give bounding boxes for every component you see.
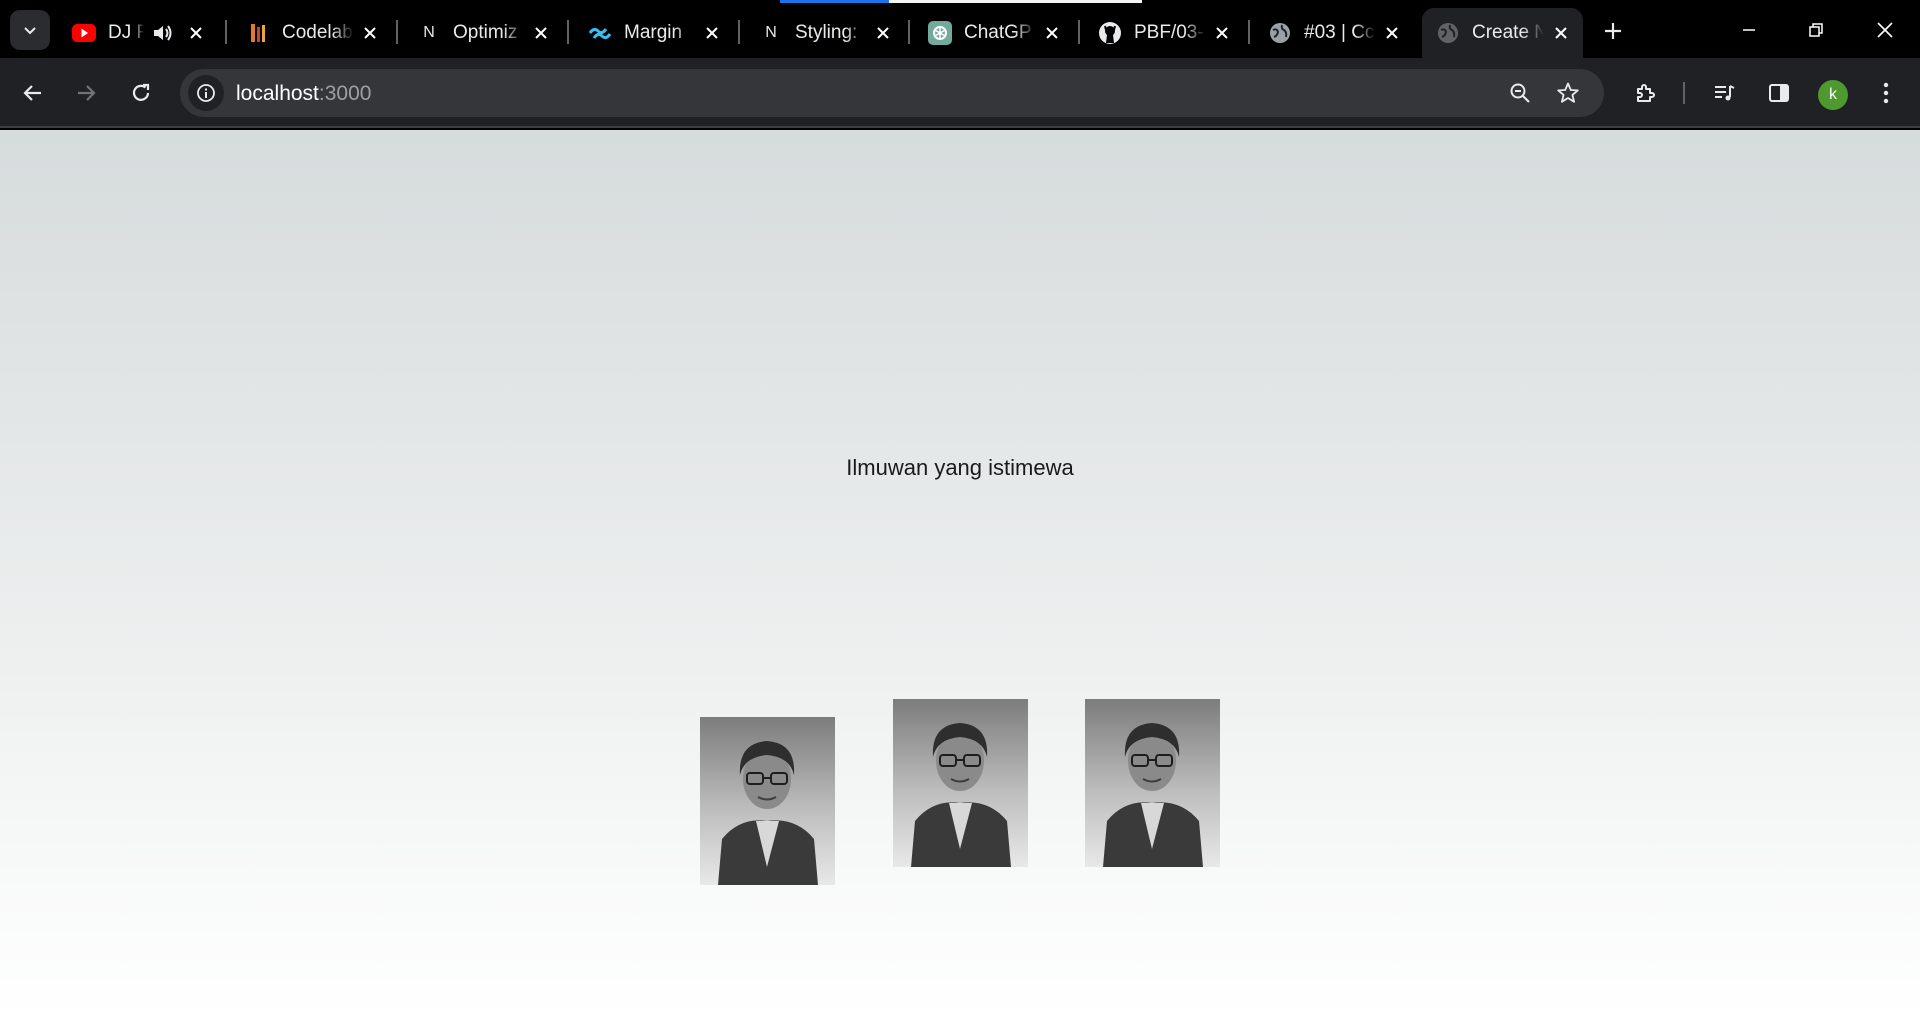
nextjs-icon: N bbox=[423, 24, 435, 41]
address-bar[interactable]: localhost:3000 bbox=[180, 69, 1604, 117]
youtube-icon bbox=[72, 21, 96, 45]
plus-icon bbox=[1605, 23, 1621, 39]
globe-icon bbox=[1436, 21, 1460, 45]
close-icon[interactable] bbox=[1549, 21, 1573, 45]
close-icon[interactable] bbox=[700, 21, 724, 45]
tab-youtube[interactable]: DJ F bbox=[58, 8, 218, 58]
new-tab-button[interactable] bbox=[1596, 14, 1630, 48]
tab-title: Create N bbox=[1472, 22, 1544, 43]
close-icon[interactable] bbox=[1380, 21, 1404, 45]
back-button[interactable] bbox=[13, 73, 53, 113]
tab-separator bbox=[396, 20, 398, 44]
tab-chatgpt[interactable]: ChatGP bbox=[914, 8, 1074, 58]
playlist-music-icon bbox=[1715, 85, 1735, 101]
tab-strip: DJ F Codelab N Optimiz Margin N Styling:… bbox=[0, 0, 1920, 60]
info-icon bbox=[197, 84, 215, 102]
scientist-photo bbox=[1085, 699, 1220, 867]
menu-button[interactable] bbox=[1866, 73, 1906, 113]
tab-separator bbox=[567, 20, 569, 44]
tab-title: PBF/03- bbox=[1134, 22, 1204, 43]
bookmark-button[interactable] bbox=[1550, 75, 1586, 111]
tab-title: DJ F bbox=[108, 22, 144, 43]
tab-title: Styling: bbox=[795, 22, 858, 43]
tab-separator bbox=[1078, 20, 1080, 44]
portrait-image bbox=[718, 741, 818, 885]
close-icon[interactable] bbox=[529, 21, 553, 45]
tab-title: Margin bbox=[624, 22, 683, 43]
media-controls-button[interactable] bbox=[1704, 73, 1744, 113]
tab-loading-bar bbox=[780, 0, 1142, 3]
forward-button[interactable] bbox=[66, 73, 106, 113]
tab-title: #03 | Cc bbox=[1304, 22, 1375, 43]
github-icon bbox=[1098, 21, 1122, 45]
star-icon bbox=[1557, 82, 1579, 103]
tab-separator bbox=[908, 20, 910, 44]
tab-course[interactable]: #03 | Cc bbox=[1254, 8, 1414, 58]
side-panel-icon bbox=[1769, 84, 1789, 102]
portrait-image bbox=[1103, 723, 1203, 867]
close-icon bbox=[1877, 22, 1893, 38]
arrow-right-icon bbox=[78, 85, 96, 101]
close-icon[interactable] bbox=[1210, 21, 1234, 45]
tab-create-next-app[interactable]: Create N bbox=[1422, 8, 1583, 58]
tab-codelab[interactable]: Codelab bbox=[232, 8, 392, 58]
minimize-button[interactable] bbox=[1726, 10, 1772, 50]
tab-github[interactable]: PBF/03- bbox=[1084, 8, 1244, 58]
close-window-button[interactable] bbox=[1862, 10, 1908, 50]
reload-button[interactable] bbox=[121, 73, 161, 113]
tab-title: ChatGP bbox=[964, 22, 1032, 43]
side-panel-button[interactable] bbox=[1759, 73, 1799, 113]
close-icon[interactable] bbox=[358, 21, 382, 45]
more-vert-icon bbox=[1883, 82, 1889, 104]
globe-icon bbox=[1268, 21, 1292, 45]
site-info-button[interactable] bbox=[188, 75, 224, 111]
restore-button[interactable] bbox=[1793, 10, 1839, 50]
tab-separator bbox=[1248, 20, 1250, 44]
close-icon[interactable] bbox=[1040, 21, 1064, 45]
chatgpt-icon bbox=[928, 21, 952, 45]
zoom-button[interactable] bbox=[1502, 75, 1538, 111]
minimize-icon bbox=[1743, 29, 1755, 31]
scientist-photo bbox=[893, 699, 1028, 867]
portrait-image bbox=[911, 723, 1011, 867]
tab-search-button[interactable] bbox=[10, 10, 50, 50]
url-text[interactable]: localhost:3000 bbox=[236, 82, 371, 106]
tab-optimize[interactable]: N Optimiz bbox=[403, 8, 563, 58]
reload-icon bbox=[132, 83, 150, 101]
browser-toolbar: localhost:3000 k bbox=[0, 58, 1920, 128]
puzzle-icon bbox=[1637, 84, 1655, 102]
tab-separator bbox=[738, 20, 740, 44]
url-host: localhost bbox=[236, 82, 319, 105]
tab-title: Optimiz bbox=[453, 22, 518, 43]
avatar[interactable]: k bbox=[1818, 80, 1848, 110]
tab-separator bbox=[225, 20, 227, 44]
tab-title: Codelab bbox=[282, 22, 353, 43]
zoom-out-icon bbox=[1510, 83, 1530, 103]
chevron-down-icon bbox=[24, 27, 36, 35]
restore-icon bbox=[1809, 23, 1823, 37]
tailwind-icon bbox=[588, 21, 612, 45]
arrow-left-icon bbox=[23, 85, 41, 101]
close-icon[interactable] bbox=[871, 21, 895, 45]
extensions-button[interactable] bbox=[1626, 73, 1666, 113]
toolbar-divider bbox=[1683, 82, 1685, 104]
scientist-photo bbox=[700, 717, 835, 885]
nextjs-icon: N bbox=[765, 24, 777, 41]
url-port: :3000 bbox=[318, 82, 372, 105]
speaker-icon[interactable] bbox=[150, 21, 174, 45]
tab-margin[interactable]: Margin bbox=[574, 8, 734, 58]
page-heading: Ilmuwan yang istimewa bbox=[846, 455, 1074, 480]
tab-styling[interactable]: N Styling: bbox=[745, 8, 905, 58]
codelab-icon bbox=[246, 21, 270, 45]
page-viewport: Ilmuwan yang istimewa bbox=[0, 130, 1920, 1018]
close-icon[interactable] bbox=[184, 21, 208, 45]
tab-loading-fill bbox=[780, 0, 889, 3]
